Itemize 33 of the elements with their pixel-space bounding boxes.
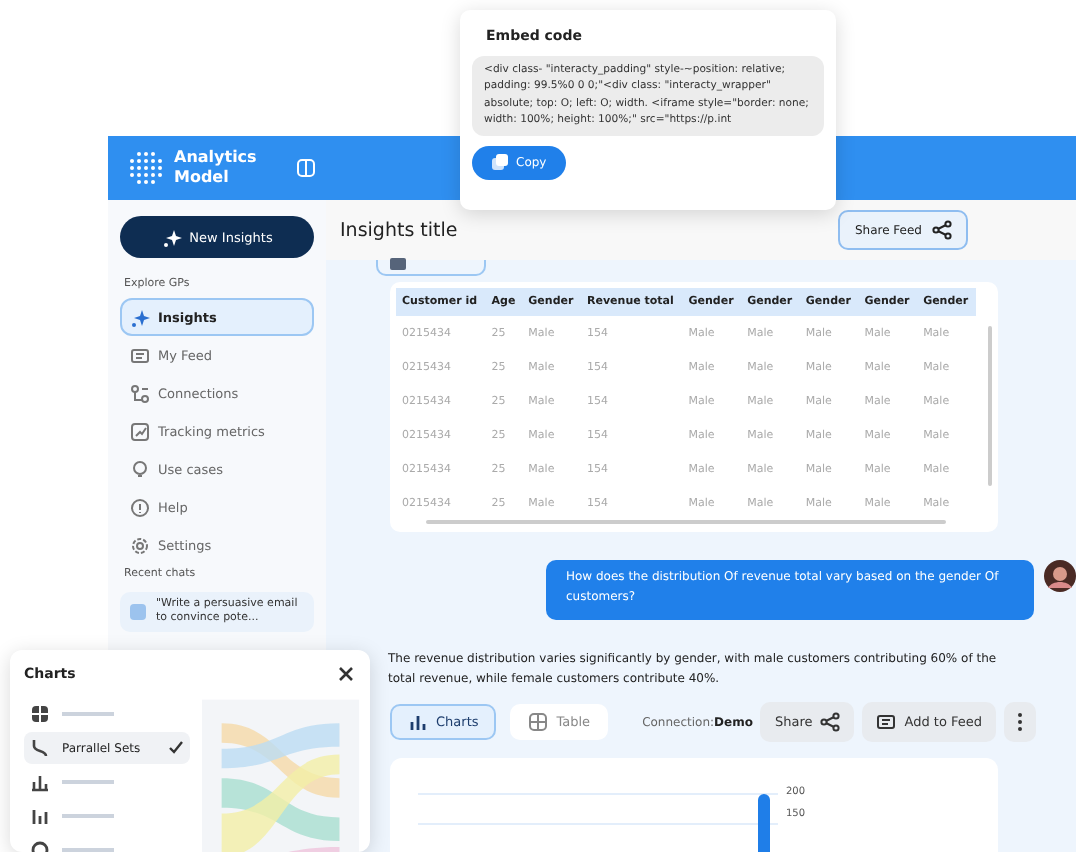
sparkle-icon (161, 227, 182, 247)
share-icon (932, 220, 952, 240)
share-icon (820, 712, 841, 732)
placeholder-line (62, 712, 114, 716)
placeholder-line (62, 780, 114, 784)
copy-icon (492, 154, 508, 171)
help-icon (130, 497, 150, 517)
placeholder-line (62, 848, 114, 852)
logo-icon (128, 150, 164, 186)
grid-icon (30, 704, 50, 724)
more-icon (1016, 712, 1024, 732)
placeholder-line (62, 814, 114, 818)
chart-icon (130, 421, 150, 441)
bar-chart-icon (30, 772, 50, 792)
sparkle-icon (130, 307, 150, 327)
lightbulb-icon (130, 459, 150, 479)
close-icon (338, 666, 354, 682)
settings-icon (130, 535, 150, 555)
page-title: Insights title (340, 219, 458, 241)
column-chart-icon (30, 806, 50, 826)
nodes-icon (130, 383, 150, 403)
app-title: Analytics Model (174, 148, 254, 188)
scrollbar[interactable] (426, 520, 946, 524)
check-icon (168, 740, 185, 756)
bar-chart-icon (408, 712, 428, 732)
curve-icon (30, 738, 50, 758)
sidebar-toggle-icon (296, 158, 316, 178)
newspaper-icon (130, 345, 150, 365)
avatar-icon (1044, 560, 1076, 592)
dataset-button[interactable] (376, 260, 486, 276)
more-button[interactable] (1004, 702, 1036, 742)
newspaper-icon (876, 712, 897, 732)
scrollbar[interactable] (988, 326, 992, 486)
